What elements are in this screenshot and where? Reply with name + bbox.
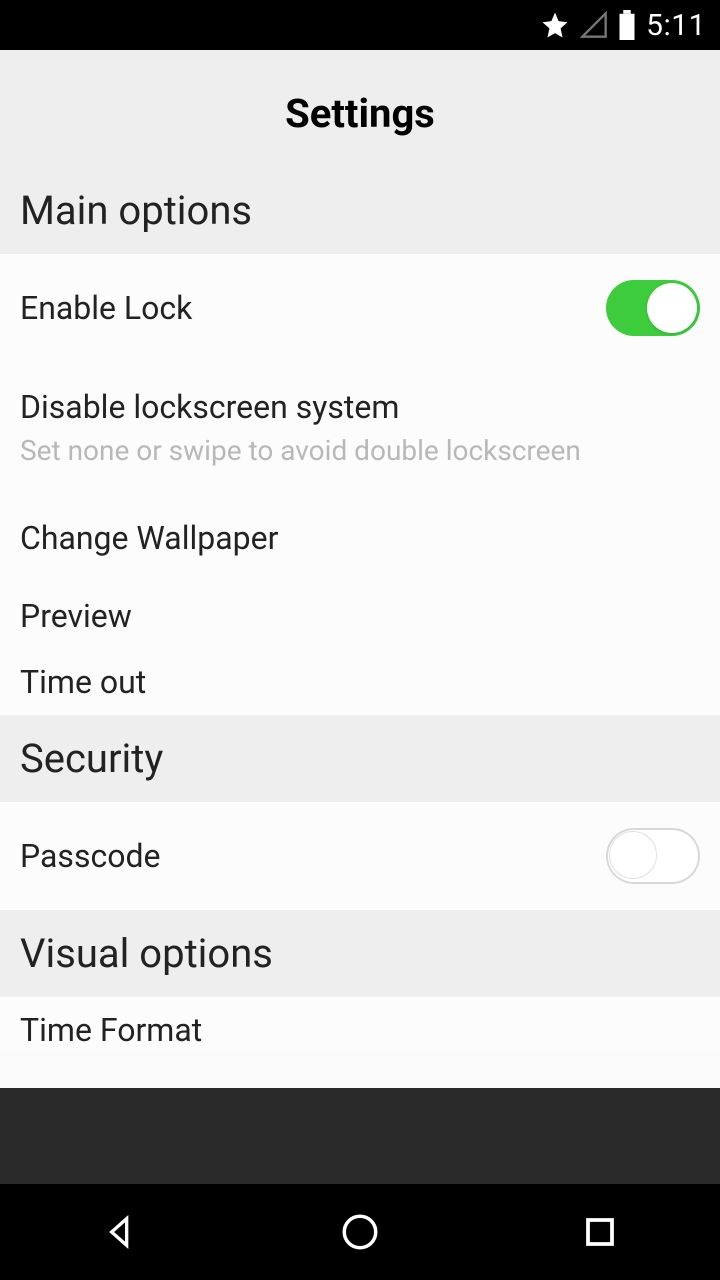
row-disable-lockscreen[interactable]: Disable lockscreen system Set none or sw… bbox=[0, 362, 720, 493]
nav-recent-button[interactable] bbox=[555, 1197, 645, 1267]
status-bar: 5:11 bbox=[0, 0, 720, 50]
row-label: Passcode bbox=[20, 837, 606, 875]
row-passcode[interactable]: Passcode bbox=[0, 802, 720, 910]
page-header: Settings bbox=[0, 50, 720, 167]
row-change-wallpaper[interactable]: Change Wallpaper bbox=[0, 493, 720, 583]
row-label: Time out bbox=[20, 663, 700, 701]
status-time: 5:11 bbox=[646, 8, 706, 43]
section-main-options: Main options bbox=[0, 167, 720, 254]
toggle-thumb bbox=[609, 831, 657, 879]
section-title: Visual options bbox=[20, 930, 700, 977]
nav-back-button[interactable] bbox=[75, 1197, 165, 1267]
content: Main options Enable Lock Disable lockscr… bbox=[0, 167, 720, 1088]
nav-home-button[interactable] bbox=[315, 1197, 405, 1267]
battery-icon bbox=[618, 10, 636, 40]
toggle-thumb bbox=[647, 283, 697, 333]
bottom-bar bbox=[0, 1088, 720, 1184]
row-sublabel: Set none or swipe to avoid double locksc… bbox=[20, 434, 700, 467]
star-icon bbox=[540, 10, 570, 40]
nav-bar bbox=[0, 1184, 720, 1280]
section-security: Security bbox=[0, 715, 720, 802]
toggle-passcode[interactable] bbox=[606, 828, 700, 884]
row-preview[interactable]: Preview bbox=[0, 583, 720, 649]
section-title: Main options bbox=[20, 187, 700, 234]
row-enable-lock[interactable]: Enable Lock bbox=[0, 254, 720, 362]
row-time-format[interactable]: Time Format bbox=[0, 997, 720, 1053]
signal-icon bbox=[580, 11, 608, 39]
row-label: Change Wallpaper bbox=[20, 519, 700, 557]
row-label: Preview bbox=[20, 597, 700, 635]
row-label: Enable Lock bbox=[20, 289, 606, 327]
section-title: Security bbox=[20, 735, 700, 782]
row-label: Time Format bbox=[20, 1011, 700, 1049]
page-title: Settings bbox=[0, 90, 720, 137]
row-timeout[interactable]: Time out bbox=[0, 649, 720, 715]
row-label: Disable lockscreen system bbox=[20, 388, 700, 426]
toggle-enable-lock[interactable] bbox=[606, 280, 700, 336]
section-visual-options: Visual options bbox=[0, 910, 720, 997]
